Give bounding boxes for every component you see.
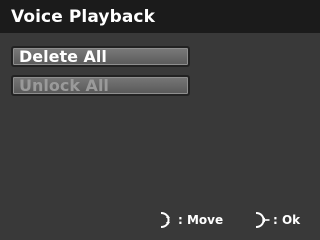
menu-item-label: Delete All — [19, 47, 107, 66]
dpad-up-down-icon — [158, 211, 176, 229]
ok-hint-label: : Ok — [273, 213, 301, 227]
menu-item-unlock-all: Unlock All — [11, 75, 190, 96]
menu-item-label: Unlock All — [19, 76, 109, 95]
move-hint: : Move — [158, 209, 223, 231]
voice-playback-screen: Voice Playback Delete All Unlock All : M… — [0, 0, 320, 240]
move-hint-label: : Move — [178, 213, 224, 227]
ok-hint: : Ok — [253, 209, 300, 231]
screen-title: Voice Playback — [11, 7, 155, 27]
dpad-set-icon — [253, 211, 271, 229]
title-bar: Voice Playback — [0, 0, 320, 33]
menu-item-delete-all[interactable]: Delete All — [11, 46, 190, 67]
